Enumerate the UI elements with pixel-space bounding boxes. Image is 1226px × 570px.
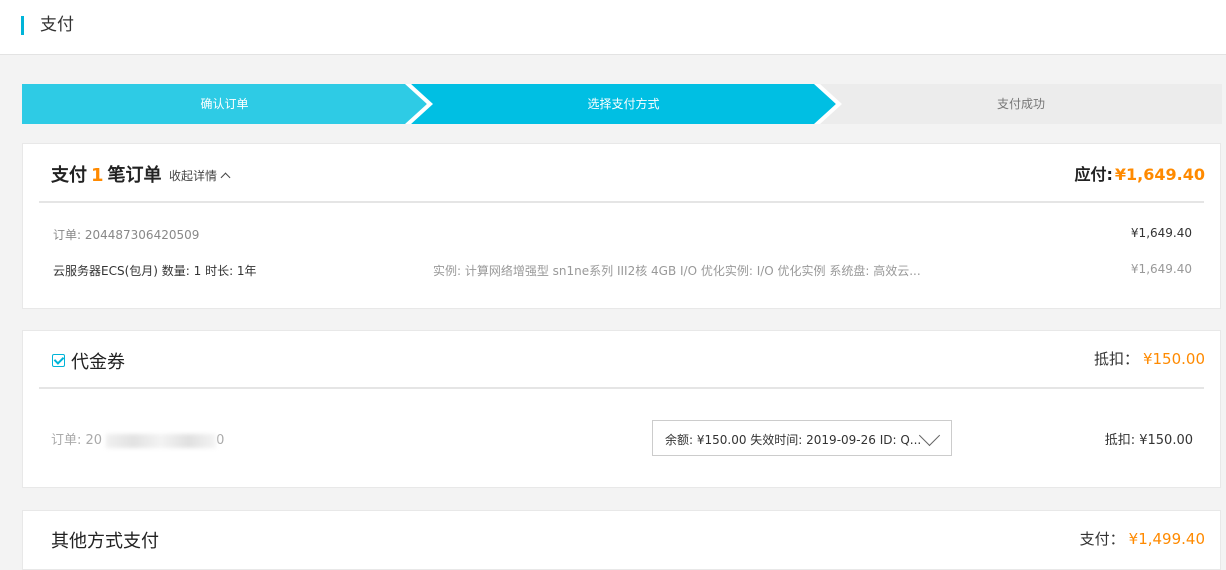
other-payment-amount: ¥1,499.40 xyxy=(1128,530,1205,548)
other-payment-title: 其他方式支付 xyxy=(51,531,159,552)
step-confirm-order: 确认订单 xyxy=(22,84,427,124)
product-amount: ¥1,649.40 xyxy=(1130,262,1192,276)
divider xyxy=(39,387,1204,389)
voucher-order-number: 订单: 20 0 xyxy=(51,433,225,448)
product-name: 云服务器ECS(包月) 数量: 1 时长: 1年 xyxy=(53,264,257,278)
order-number: 订单: 204487306420509 xyxy=(53,228,200,242)
chevron-up-icon xyxy=(220,172,231,183)
voucher-deduct-amount: ¥150.00 xyxy=(1142,350,1205,368)
voucher-card: 代金券 抵扣： ¥150.00 订单: 20 0 余额: ¥150.00 失效时间:… xyxy=(22,330,1221,488)
order-count: 1 xyxy=(91,165,104,186)
step-payment-success: 支付成功 xyxy=(820,84,1222,124)
voucher-select[interactable]: 余额: ¥150.00 失效时间: 2019-09-26 ID: Q... xyxy=(652,420,952,456)
page-title: 支付 xyxy=(40,15,74,35)
product-spec: 实例: 计算网络增强型 sn1ne系列 III2核 4GB I/O 优化实例: … xyxy=(433,264,921,278)
payable-total: 应付: ¥1,649.40 xyxy=(1074,165,1206,184)
chevron-down-icon xyxy=(918,424,941,447)
voucher-title: 代金券 xyxy=(71,352,125,373)
step-select-payment: 选择支付方式 xyxy=(411,84,836,124)
progress-steps: 确认订单 选择支付方式 支付成功 xyxy=(22,84,1222,124)
order-amount: ¥1,649.40 xyxy=(1130,226,1192,240)
voucher-deduct-total: 抵扣： ¥150.00 xyxy=(1093,350,1205,368)
other-payment-card: 其他方式支付 支付： ¥1,499.40 xyxy=(22,510,1221,570)
payable-amount: ¥1,649.40 xyxy=(1114,165,1205,184)
collapse-details-link[interactable]: 收起详情 xyxy=(169,167,231,184)
voucher-select-value: 余额: ¥150.00 失效时间: 2019-09-26 ID: Q... xyxy=(665,433,922,447)
other-payment-total: 支付： ¥1,499.40 xyxy=(1079,530,1205,548)
divider xyxy=(39,201,1204,203)
order-summary-card: 支付 1 笔订单 收起详情 应付: ¥1,649.40 订单: 20448730642… xyxy=(22,143,1221,309)
title-accent-bar xyxy=(21,16,24,35)
redacted-area xyxy=(106,433,217,448)
page-header: 支付 xyxy=(0,0,1226,55)
order-count-title: 支付 1 笔订单 xyxy=(51,165,162,186)
voucher-checkbox[interactable] xyxy=(52,354,65,367)
voucher-row-deduct: 抵扣: ¥150.00 xyxy=(1104,433,1193,448)
